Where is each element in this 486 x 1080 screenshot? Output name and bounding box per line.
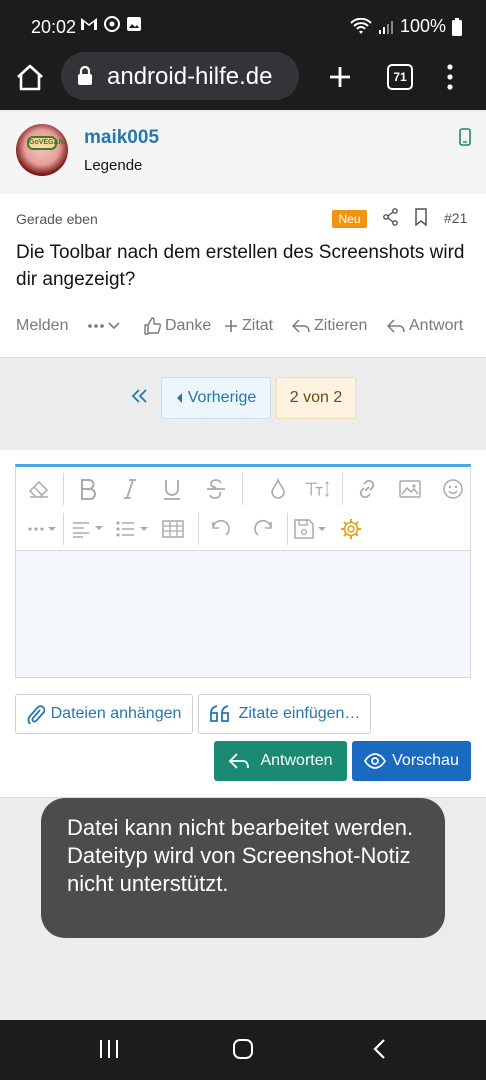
quote-marks-icon	[209, 705, 229, 722]
post-time[interactable]: Gerade eben	[16, 211, 98, 227]
report-label: Melden	[16, 317, 69, 334]
chevron-down-icon	[108, 322, 120, 330]
menu-dots-icon[interactable]	[441, 62, 459, 92]
chrome-icon	[104, 16, 120, 32]
username[interactable]: maik005	[84, 127, 159, 149]
reply-button[interactable]: Antworten	[214, 741, 347, 781]
attach-label: Dateien anhängen	[50, 705, 182, 722]
insert-quotes-label: Zitate einfügen…	[238, 705, 361, 722]
reply-link[interactable]: Antwort	[387, 317, 463, 335]
undo-icon[interactable]	[208, 517, 234, 541]
battery-icon	[452, 17, 462, 36]
message-input[interactable]	[16, 551, 470, 678]
tab-count: 71	[393, 70, 407, 84]
gmail-icon	[81, 18, 97, 30]
bookmark-icon[interactable]	[414, 208, 428, 226]
share-icon[interactable]	[383, 208, 399, 226]
preview-button[interactable]: Vorschau	[352, 741, 471, 781]
mobile-icon	[459, 128, 471, 146]
preview-label: Vorschau	[392, 752, 459, 769]
post-actions: Melden Danke Zitat Zitieren Antwort	[16, 315, 474, 337]
quote-button[interactable]: Zitat	[224, 317, 273, 335]
eraser-icon[interactable]	[26, 477, 52, 501]
insert-quotes-button[interactable]: Zitate einfügen…	[198, 694, 371, 734]
post-number[interactable]: #21	[444, 210, 467, 226]
quote-label: Zitat	[242, 317, 274, 334]
image-icon[interactable]	[397, 477, 423, 501]
attach-files-button[interactable]: Dateien anhängen	[15, 694, 193, 734]
browser-toolbar: android-hilfe.de 71	[0, 52, 486, 110]
home-icon[interactable]	[14, 62, 46, 94]
reply-arrow-icon	[387, 319, 405, 333]
like-label: Danke	[165, 317, 212, 334]
plus-icon[interactable]	[325, 62, 355, 92]
editor-toolbar	[16, 467, 470, 551]
signal-icon	[378, 20, 393, 34]
user-title: Legende	[84, 157, 143, 174]
cite-button[interactable]: Zitieren	[292, 317, 367, 335]
previous-label: Vorherige	[187, 389, 257, 406]
redo-icon[interactable]	[250, 517, 276, 541]
status-bar: 20:02 100%	[0, 0, 486, 52]
post-text: Die Toolbar nach dem erstellen des Scree…	[16, 242, 465, 290]
save-draft-icon[interactable]	[294, 517, 328, 541]
strikethrough-icon[interactable]	[203, 477, 229, 501]
tabs-icon[interactable]: 71	[387, 64, 413, 90]
lock-icon[interactable]	[77, 66, 93, 86]
eye-icon	[364, 753, 387, 769]
more-dots-icon	[88, 324, 104, 328]
reply-label: Antwort	[409, 317, 464, 334]
chevron-left-icon	[176, 393, 182, 403]
toast-message: Datei kann nicht bearbeitet werden. Date…	[41, 798, 445, 938]
align-icon[interactable]	[72, 517, 106, 541]
reply-arrow-icon	[292, 319, 310, 333]
first-page-icon[interactable]	[130, 388, 150, 404]
more-actions-button[interactable]	[88, 322, 120, 330]
bold-icon[interactable]	[75, 477, 101, 501]
url-text[interactable]: android-hilfe.de	[107, 63, 272, 91]
avatar[interactable]: GoVEGAN!	[16, 124, 68, 176]
more-options-icon[interactable]	[26, 517, 60, 541]
avatar-badge: GoVEGAN!	[27, 136, 66, 150]
thumbs-up-icon	[144, 317, 161, 335]
list-icon[interactable]	[116, 517, 152, 541]
wifi-icon	[350, 17, 372, 34]
post-body: Gerade eben Neu #21 Die Toolbar nach dem…	[0, 194, 486, 358]
reply-form: Dateien anhängen Zitate einfügen… Antwor…	[0, 450, 486, 798]
address-bar[interactable]: android-hilfe.de	[61, 52, 299, 100]
text-color-icon[interactable]	[265, 477, 291, 501]
cite-label: Zitieren	[314, 317, 368, 334]
report-link[interactable]: Melden	[16, 317, 68, 335]
status-time: 20:02	[31, 17, 77, 37]
battery-percent: 100%	[399, 16, 446, 36]
home-nav-icon[interactable]	[232, 1038, 254, 1060]
reply-button-label: Antworten	[260, 752, 333, 769]
pagination: Vorherige 2 von 2	[0, 358, 486, 450]
page-indicator-label: 2 von 2	[289, 389, 343, 406]
recents-icon[interactable]	[98, 1038, 120, 1060]
paperclip-icon	[27, 705, 45, 724]
previous-page-button[interactable]: Vorherige	[161, 377, 271, 419]
page-indicator[interactable]: 2 von 2	[276, 377, 356, 419]
font-size-icon[interactable]	[304, 477, 330, 501]
back-icon[interactable]	[372, 1038, 388, 1060]
emoji-icon[interactable]	[440, 477, 466, 501]
settings-gear-icon[interactable]	[338, 517, 364, 541]
system-nav-bar	[0, 1020, 486, 1080]
rich-text-editor	[15, 464, 471, 678]
link-icon[interactable]	[354, 477, 380, 501]
plus-icon	[225, 320, 237, 332]
status-right: 100%	[350, 16, 462, 37]
new-badge: Neu	[332, 210, 367, 228]
like-button[interactable]: Danke	[143, 317, 211, 335]
notification-icons	[80, 16, 142, 32]
reply-icon	[229, 753, 250, 769]
post-author: GoVEGAN! maik005 Legende	[0, 112, 486, 194]
table-icon[interactable]	[160, 517, 186, 541]
underline-icon[interactable]	[159, 477, 185, 501]
gallery-icon	[127, 17, 141, 31]
italic-icon[interactable]	[117, 477, 143, 501]
